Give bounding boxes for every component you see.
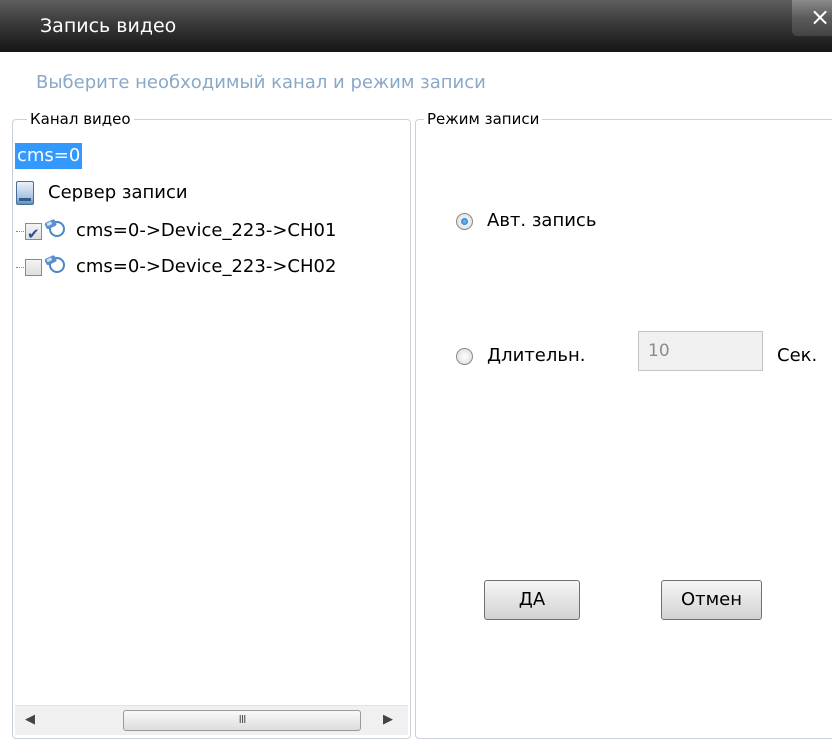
duration-option[interactable]: Длительн. bbox=[456, 345, 585, 366]
tree-connector bbox=[16, 230, 24, 232]
instruction-text: Выберите необходимый канал и режим запис… bbox=[36, 72, 486, 93]
camera-icon bbox=[44, 216, 66, 246]
server-icon bbox=[16, 181, 34, 205]
duration-input[interactable] bbox=[638, 331, 763, 371]
tree-root-label: cms=0 bbox=[17, 145, 81, 166]
channel-group: Канал видео cms=0 Сервер записи cms=0->D… bbox=[12, 110, 411, 739]
channel-checkbox[interactable] bbox=[25, 258, 42, 276]
auto-record-radio[interactable] bbox=[456, 212, 473, 230]
scroll-thumb[interactable]: III bbox=[123, 710, 361, 731]
close-icon: × bbox=[810, 3, 831, 31]
close-button[interactable]: × bbox=[792, 0, 832, 36]
tree-node-root[interactable]: cms=0 bbox=[15, 143, 83, 169]
tree-node-server[interactable]: Сервер записи bbox=[16, 180, 188, 206]
scroll-left-arrow-icon[interactable]: ◀ bbox=[25, 712, 35, 727]
horizontal-scrollbar[interactable]: ◀ III ▶ bbox=[15, 705, 408, 735]
cancel-button[interactable]: Отмен bbox=[661, 580, 762, 620]
camera-icon bbox=[44, 252, 66, 282]
record-video-dialog: Запись видео × Выберите необходимый кана… bbox=[0, 0, 832, 742]
channel-label: cms=0->Device_223->CH01 bbox=[76, 220, 337, 241]
tree-node-channel[interactable]: cms=0->Device_223->CH02 bbox=[16, 252, 336, 278]
tree-server-label: Сервер записи bbox=[48, 182, 188, 203]
auto-record-option[interactable]: Авт. запись bbox=[456, 210, 596, 231]
window-title: Запись видео bbox=[40, 15, 177, 37]
title-bar[interactable]: Запись видео × bbox=[0, 0, 832, 52]
auto-record-label: Авт. запись bbox=[487, 210, 597, 231]
tree-node-channel[interactable]: cms=0->Device_223->CH01 bbox=[16, 216, 337, 247]
record-mode-legend: Режим записи bbox=[424, 110, 543, 128]
channel-group-legend: Канал видео bbox=[27, 110, 134, 128]
record-mode-group: Режим записи Авт. запись Длительн. Сек. … bbox=[415, 110, 832, 739]
channel-checkbox[interactable] bbox=[25, 221, 42, 247]
seconds-label: Сек. bbox=[777, 345, 818, 366]
tree-connector bbox=[16, 266, 24, 268]
duration-radio[interactable] bbox=[456, 347, 473, 365]
ok-button[interactable]: ДА bbox=[484, 580, 580, 620]
channel-label: cms=0->Device_223->CH02 bbox=[76, 256, 337, 277]
scroll-right-arrow-icon[interactable]: ▶ bbox=[383, 712, 393, 727]
duration-label: Длительн. bbox=[487, 345, 586, 366]
